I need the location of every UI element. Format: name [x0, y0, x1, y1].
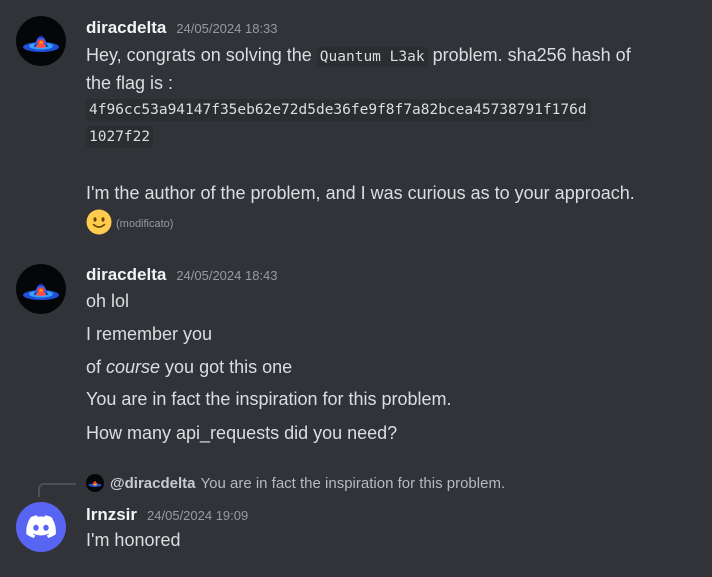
hash-code-line: 4f96cc53a94147f35eb62e72d5de36fe9f8f7a82… [86, 97, 590, 124]
reply-connector [38, 483, 76, 497]
message-line: I'm honored [86, 530, 181, 550]
reply-text: You are in fact the inspiration for this… [200, 474, 506, 492]
edited-label: (modificato) [116, 218, 174, 230]
reply-username[interactable]: @diracdelta [110, 475, 196, 492]
avatar[interactable] [16, 16, 66, 66]
italic-text: course [106, 357, 161, 377]
message-line: the flag is : [86, 73, 174, 93]
message-line: Hey, congrats on solving the Quantum L3a… [86, 45, 631, 67]
username[interactable]: diracdelta [86, 18, 166, 38]
message-line: (modificato) [86, 207, 173, 238]
timestamp: 24/05/2024 19:09 [147, 508, 249, 523]
message-line: oh lol [86, 291, 130, 311]
username[interactable]: diracdelta [86, 265, 166, 285]
username[interactable]: lrnzsir [86, 505, 137, 525]
timestamp: 24/05/2024 18:43 [176, 268, 278, 283]
reply-preview[interactable]: @diracdelta You are in fact the inspirat… [86, 474, 505, 492]
inline-code: 4f96cc53a94147f35eb62e72d5de36fe9f8f7a82… [86, 99, 590, 121]
message-line: How many api_requests did you need? [86, 423, 398, 443]
wave-avatar-icon [23, 283, 59, 300]
avatar[interactable] [16, 502, 66, 552]
inline-code: 1027f22 [86, 126, 154, 148]
inline-code: Quantum L3ak [316, 47, 428, 67]
timestamp: 24/05/2024 18:33 [176, 21, 278, 36]
message-line: You are in fact the inspiration for this… [86, 389, 452, 409]
hash-code-line: 1027f22 [86, 124, 154, 151]
message-line: of course you got this one [86, 357, 293, 377]
message-header: lrnzsir 24/05/2024 19:09 [86, 505, 248, 525]
slightly-smiling-face-icon[interactable] [86, 209, 112, 235]
reply-avatar [86, 474, 104, 492]
message-line: I'm the author of the problem, and I was… [86, 183, 635, 203]
discord-logo-icon [26, 515, 56, 538]
wave-avatar-icon [88, 481, 102, 487]
message-header: diracdelta 24/05/2024 18:43 [86, 265, 278, 285]
avatar[interactable] [16, 264, 66, 314]
wave-avatar-icon [23, 35, 59, 52]
message-line: I remember you [86, 324, 213, 344]
chat-channel: diracdelta 24/05/2024 18:33 Hey, congrat… [0, 0, 712, 577]
message-header: diracdelta 24/05/2024 18:33 [86, 18, 278, 38]
